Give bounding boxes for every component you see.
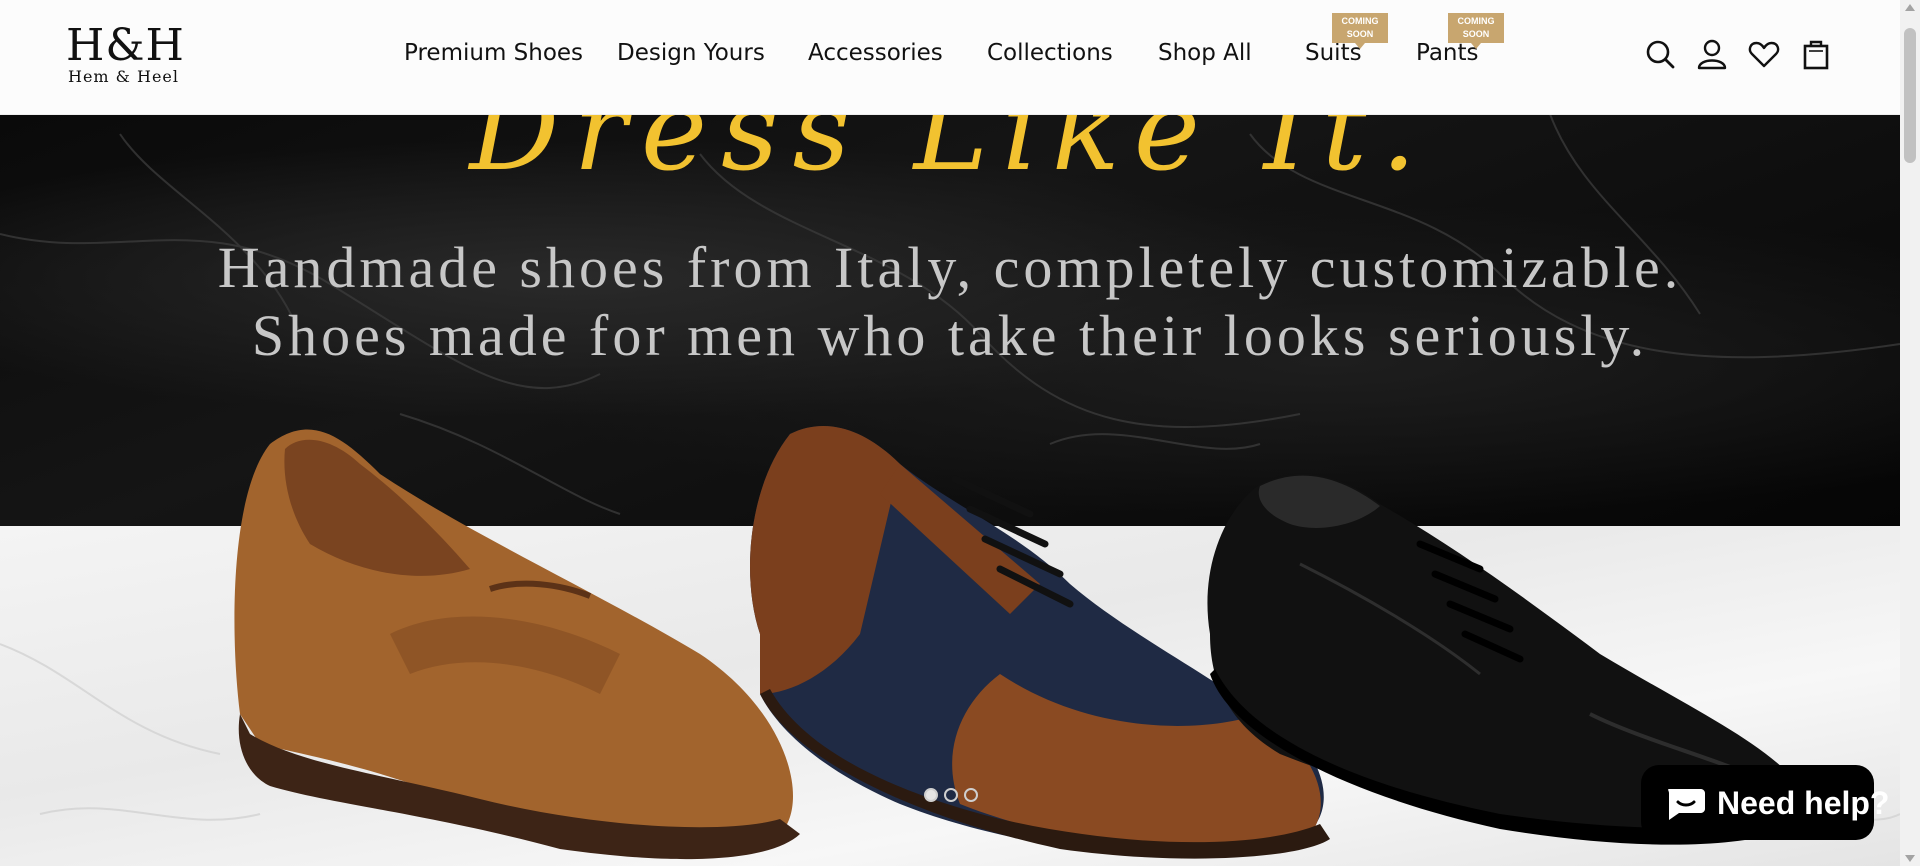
account-icon[interactable]	[1696, 38, 1728, 70]
slide-dot-3[interactable]	[964, 788, 978, 802]
coming-soon-badge-pants: COMING SOON	[1448, 13, 1504, 49]
nav-suits[interactable]: Suits	[1305, 40, 1362, 66]
shoe-lineup-image	[234, 425, 1815, 860]
nav-shop-all[interactable]: Shop All	[1158, 40, 1252, 66]
hero-banner: Dress Like It. Handmade shoes from Italy…	[0, 114, 1900, 866]
page-scrollbar[interactable]	[1900, 0, 1920, 866]
nav-collections[interactable]: Collections	[987, 40, 1113, 66]
cart-bag-icon[interactable]	[1800, 38, 1832, 70]
search-icon[interactable]	[1644, 38, 1676, 70]
nav-premium-shoes[interactable]: Premium Shoes	[404, 40, 583, 66]
brand-logo[interactable]: H&H Hem & Heel	[66, 20, 185, 86]
scroll-up-arrow-icon[interactable]	[1905, 4, 1915, 11]
scrollbar-thumb[interactable]	[1904, 28, 1916, 163]
nav-design-yours[interactable]: Design Yours	[617, 40, 765, 66]
slide-dot-1[interactable]	[924, 788, 938, 802]
site-header: H&H Hem & Heel Premium Shoes Design Your…	[0, 0, 1900, 115]
coming-soon-badge-suits: COMING SOON	[1332, 13, 1388, 49]
chat-bubble-icon	[1668, 789, 1705, 820]
logo-wordmark: Hem & Heel	[67, 67, 179, 86]
wishlist-heart-icon[interactable]	[1748, 38, 1780, 70]
need-help-chat-button[interactable]: Need help?	[1641, 765, 1889, 840]
slide-dot-2[interactable]	[944, 788, 958, 802]
scroll-down-arrow-icon[interactable]	[1905, 855, 1915, 862]
nav-accessories[interactable]: Accessories	[808, 40, 943, 66]
nav-pants[interactable]: Pants	[1416, 40, 1479, 66]
brown-loafer-image	[234, 429, 800, 860]
logo-mark: H&H	[66, 20, 185, 71]
chat-button-label: Need help?	[1717, 785, 1890, 821]
